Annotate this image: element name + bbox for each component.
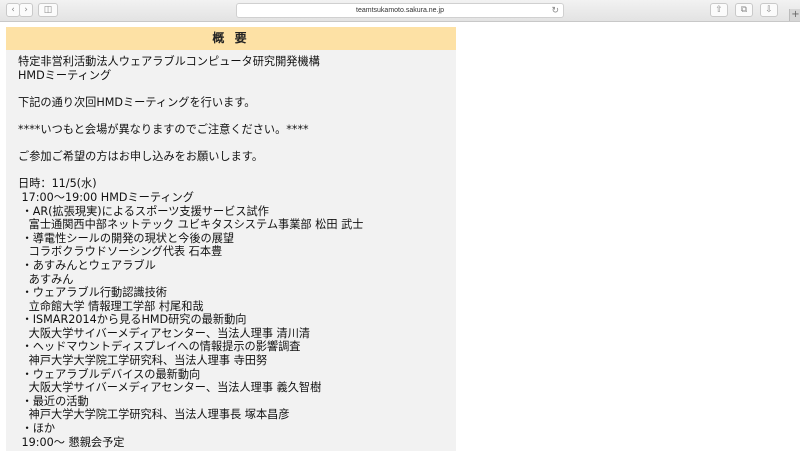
text-line: ・導電性シールの開発の現状と今後の展望 (18, 231, 235, 245)
panel-body: 特定非営利活動法人ウェアラブルコンピュータ研究開発機構 HMDミーティング下記の通… (6, 50, 456, 449)
text-line: 神戸大学大学院工学研究科、当法人理事長 塚本昌彦 (18, 408, 290, 422)
text-line: ・ヘッドマウントディスプレイへの情報提示の影響調査 (18, 340, 301, 354)
text-line: ****いつもと会場が異なりますのでご注意ください。**** (18, 122, 309, 136)
new-tab-button[interactable]: + (789, 9, 800, 21)
text-line: 17:00～19:00 HMDミーティング (18, 190, 194, 204)
text-line: ・あすみんとウェアラブル (18, 258, 156, 272)
reload-icon[interactable]: ↻ (551, 4, 559, 17)
text-line: HMDミーティング (18, 68, 112, 82)
text-line: 大阪大学サイバーメディアセンター、当法人理事 義久智樹 (18, 381, 322, 395)
text-line: コラボクラウドソーシング代表 石本豊 (18, 245, 223, 259)
download-icon: ⇩ (765, 5, 773, 15)
address-bar[interactable]: teamtsukamoto.sakura.ne.jp ↻ (236, 3, 564, 18)
sidebar-icon: ◫ (43, 5, 53, 15)
text-line: ・ほか (18, 422, 56, 436)
tabs-button[interactable]: ⧉ (735, 3, 753, 17)
sidebar-button[interactable]: ◫ (38, 3, 58, 17)
text-line: 富士通関西中部ネットテック ユビキタスシステム事業部 松田 武士 (18, 218, 364, 232)
chevron-left-icon: ‹ (11, 5, 15, 15)
text-line: ・最近の活動 (18, 394, 89, 408)
share-button[interactable]: ⇧ (710, 3, 728, 17)
forward-button[interactable]: › (19, 3, 33, 17)
text-line: ご参加ご希望の方はお申し込みをお願いします。 (18, 150, 264, 164)
url-text: teamtsukamoto.sakura.ne.jp (356, 7, 444, 14)
text-line: ・ウェアラブルデバイスの最新動向 (18, 367, 201, 381)
text-line: 大阪大学サイバーメディアセンター、当法人理事 清川清 (18, 326, 311, 340)
plus-icon: + (791, 9, 800, 20)
downloads-button[interactable]: ⇩ (760, 3, 778, 17)
overview-panel: 概 要 特定非営利活動法人ウェアラブルコンピュータ研究開発機構 HMDミーティング… (6, 27, 456, 451)
panel-title: 概 要 (6, 27, 456, 50)
text-line: 下記の通り次回HMDミーティングを行います。 (18, 95, 256, 109)
text-line: ・ウェアラブル行動認識技術 (18, 286, 167, 300)
back-button[interactable]: ‹ (6, 3, 20, 17)
text-line: ・ISMAR2014から見るHMD研究の最新動向 (18, 313, 247, 327)
text-line: 19:00～ 懇親会予定 (18, 435, 125, 449)
chevron-right-icon: › (24, 5, 28, 15)
tabs-icon: ⧉ (740, 5, 748, 15)
text-line: 神戸大学大学院工学研究科、当法人理事 寺田努 (18, 354, 268, 368)
text-line: 日時：11/5(水) (18, 177, 97, 191)
browser-toolbar: ‹ › ◫ teamtsukamoto.sakura.ne.jp ↻ ⇧ ⧉ ⇩ (0, 0, 800, 22)
text-line: 立命館大学 情報理工学部 村尾和哉 (18, 299, 204, 313)
text-line: 特定非営利活動法人ウェアラブルコンピュータ研究開発機構 (18, 55, 320, 68)
share-icon: ⇧ (715, 5, 723, 15)
text-line: あすみん (18, 272, 74, 286)
text-line: ・AR(拡張現実)によるスポーツ支援サービス試作 (18, 204, 269, 218)
